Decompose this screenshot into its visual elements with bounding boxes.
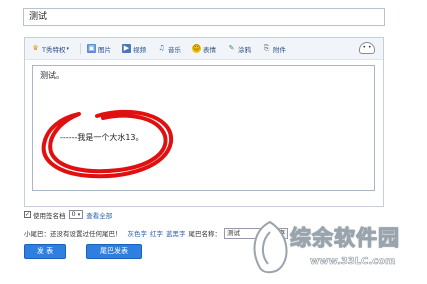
signature-row: ✓ 使用签名档 0 ▾ 查看全部 — [24, 209, 112, 220]
video-icon: ▶ — [122, 44, 131, 53]
rich-editor: ♛ T秀特权 ▾ ▣ 图片 ▶ 视频 ♫ 音乐 ☺ 表情 ✎ 涂鸦 ⎘ 附件 •… — [24, 37, 384, 207]
editor-toolbar: ♛ T秀特权 ▾ ▣ 图片 ▶ 视频 ♫ 音乐 ☺ 表情 ✎ 涂鸦 ⎘ 附件 •… — [25, 38, 383, 60]
toolbar-doodle[interactable]: ✎ 涂鸦 — [227, 44, 251, 54]
image-icon: ▣ — [87, 44, 96, 53]
emoji-icon: ☺ — [192, 44, 201, 53]
editor-content[interactable]: 测试。 ------我是一个大水13。 — [32, 65, 375, 191]
toolbar-label-image: 图片 — [98, 45, 111, 54]
toolbar-music[interactable]: ♫ 音乐 — [157, 44, 181, 54]
tail-style-red[interactable]: 红字 — [150, 228, 163, 238]
signature-checkbox[interactable]: ✓ — [24, 211, 31, 218]
view-all-signatures-link[interactable]: 查看全部 — [86, 210, 112, 220]
toolbar-crown[interactable]: ♛ T秀特权 ▾ — [31, 44, 69, 54]
toolbar-label-emoji: 表情 — [203, 45, 216, 54]
tail-label: 小尾巴：还没有设置过任何尾巴！ — [24, 230, 122, 238]
toolbar-label-music: 音乐 — [168, 45, 181, 54]
chevron-down-icon: ▾ — [77, 212, 81, 218]
post-button[interactable]: 发 表 — [24, 244, 66, 259]
attachment-icon: ⎘ — [263, 44, 270, 52]
editor-text: 测试。 — [40, 71, 64, 80]
title-input[interactable]: 测试 — [23, 8, 385, 26]
music-icon: ♫ — [158, 44, 165, 52]
chevron-down-icon: ▾ — [66, 45, 69, 52]
toolbar-image[interactable]: ▣ 图片 — [87, 44, 111, 54]
editor-note-text: ------我是一个大水13。 — [60, 133, 144, 142]
site-watermark: 综余软件园 www.33LC.com — [246, 218, 427, 284]
signature-label: 使用签名档 — [33, 211, 66, 220]
toolbar-label-attachment: 附件 — [273, 45, 286, 54]
toolbar-label-video: 视频 — [133, 45, 146, 54]
tail-style-gray[interactable]: 灰色字 — [128, 228, 148, 238]
crown-icon: ♛ — [32, 44, 39, 52]
toolbar-video[interactable]: ▶ 视频 — [122, 44, 146, 54]
tail-style-blueblack[interactable]: 蓝黑字 — [166, 228, 186, 238]
tail-post-button[interactable]: 尾巴发表 — [86, 244, 142, 259]
face-icon[interactable]: • • — [359, 42, 375, 54]
signature-select[interactable]: 0 ▾ — [68, 210, 84, 219]
watermark-url: www.33LC.com — [310, 256, 396, 268]
tail-name-label: 尾巴名称： — [188, 230, 222, 238]
toolbar-label-doodle: 涂鸦 — [238, 45, 251, 54]
watermark-logo-icon — [253, 220, 288, 274]
toolbar-attachment[interactable]: ⎘ 附件 — [262, 44, 286, 54]
signature-select-value: 0 — [71, 210, 76, 218]
toolbar-emoji[interactable]: ☺ 表情 — [192, 44, 216, 54]
toolbar-label-crown: T秀特权 — [42, 45, 66, 54]
doodle-icon: ✎ — [228, 44, 235, 52]
toolbar-divider — [80, 43, 81, 54]
watermark-title: 综余软件园 — [290, 226, 400, 251]
